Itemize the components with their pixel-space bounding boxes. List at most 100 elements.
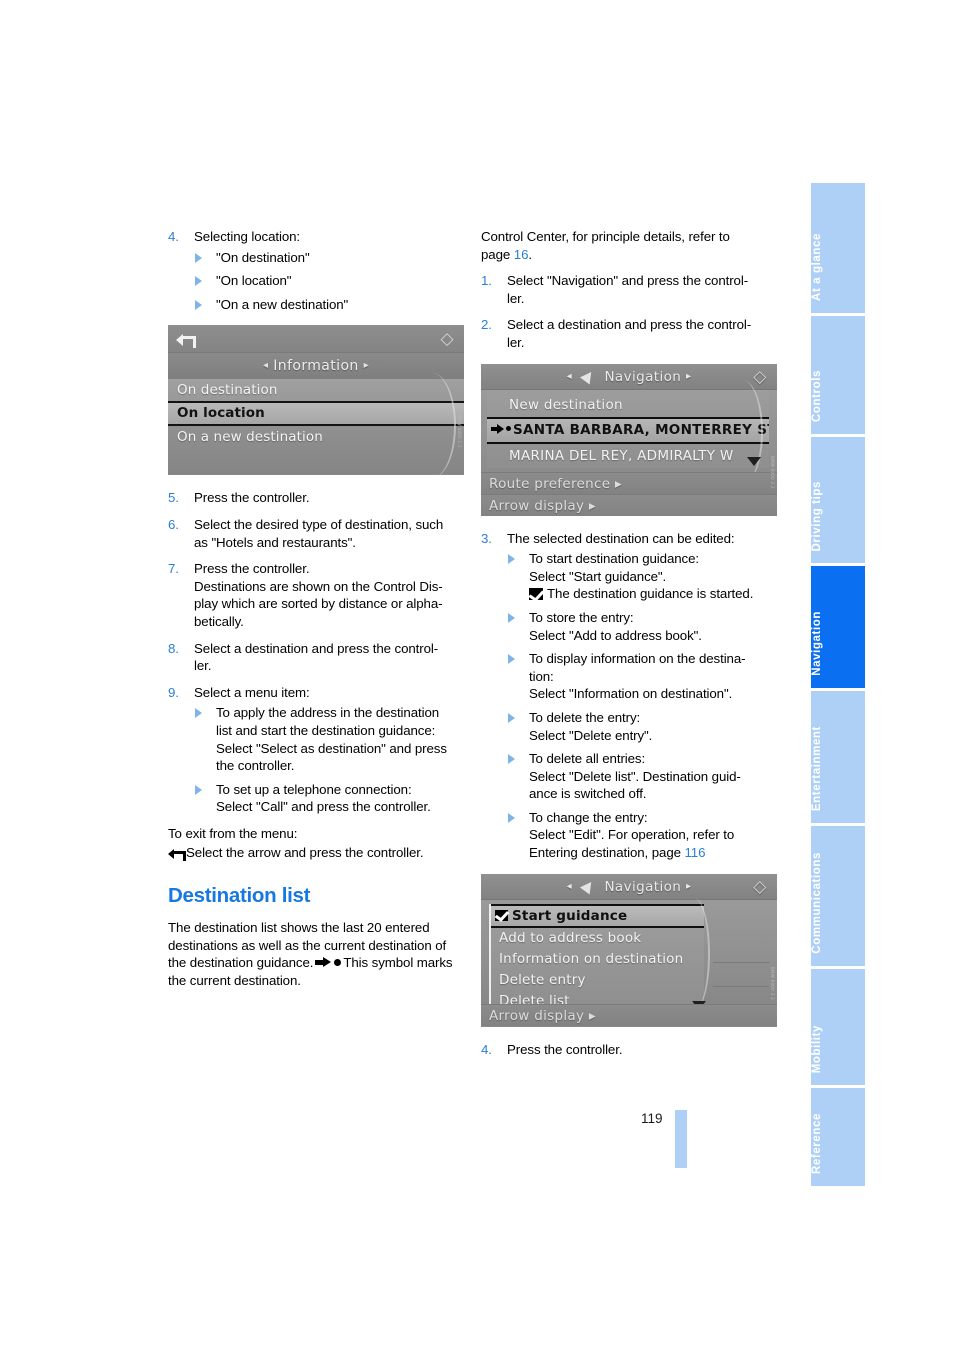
step-line: ler. <box>507 334 525 350</box>
list-item-label: SANTA BARBARA, MONTERREY ST <box>513 421 769 438</box>
list-item[interactable]: On a new destination <box>168 426 464 448</box>
step-number: 3. <box>481 530 492 546</box>
triangle-bullet-icon <box>195 276 202 287</box>
prev-arrow-icon[interactable]: ◂ <box>567 881 572 892</box>
menu-item-label: Start guidance <box>512 907 628 924</box>
screenshot-list: On destination On location On a new dest… <box>168 373 464 476</box>
bullet-list: To apply the address in the destination … <box>194 704 464 816</box>
screenshot-footer: Arrow display ▸ <box>481 1003 777 1026</box>
sidebar-item-label: Controls <box>811 369 823 422</box>
list-item[interactable]: New destination <box>487 393 769 417</box>
bullet-line: "On destination" <box>216 249 310 265</box>
step-item: 6. Select the desired type of destinatio… <box>168 516 464 551</box>
chevron-down-icon[interactable] <box>747 456 761 466</box>
step-text: Selecting location: <box>194 229 301 244</box>
step-text: Select a menu item: <box>194 684 310 700</box>
bullet-line: To apply the address in the destination <box>216 705 440 721</box>
sidebar-item-label: Communications <box>811 852 823 954</box>
step-item: 9. Select a menu item: To apply the addr… <box>168 684 464 816</box>
exit-menu-action: Select the arrow and press the controlle… <box>168 844 464 862</box>
page-number-accent-bar <box>675 1110 687 1168</box>
navigation-arrow-icon <box>581 370 596 383</box>
menu-item-delete-entry[interactable]: Delete entry <box>491 970 704 991</box>
menu-item-arrow-display[interactable]: Arrow display ▸ <box>481 493 777 516</box>
step-item: 2. Select a destination and press the co… <box>481 316 777 351</box>
bullet-item: To display information on the destina- t… <box>507 650 777 703</box>
background-row-divider <box>713 985 769 987</box>
bullet-line: To change the entry: <box>529 809 648 825</box>
list-item[interactable]: MARINA DEL REY, ADMIRALTY W <box>487 444 769 468</box>
list-item-selected[interactable]: On location <box>168 401 464 427</box>
triangle-bullet-icon <box>508 754 515 765</box>
back-arrow-icon <box>168 847 186 862</box>
menu-item-start-guidance[interactable]: Start guidance <box>491 903 704 928</box>
screenshot-title-bar: ◂ Navigation ▸ ◇ <box>481 873 777 900</box>
intro-line-1: Control Center, for principle details, r… <box>481 229 730 244</box>
step-line: ler. <box>507 290 525 306</box>
menu-item-information-on-destination[interactable]: Information on destination <box>491 949 704 970</box>
bullet-item: To start destination guidance: Select "S… <box>507 550 777 603</box>
bullet-list: To start destination guidance: Select "S… <box>507 550 777 862</box>
manual-page: 4. Selecting location: "On destination" … <box>0 0 954 1351</box>
left-column: 4. Selecting location: "On destination" … <box>168 228 464 998</box>
step-number: 9. <box>168 684 179 700</box>
list-item-selected[interactable]: SANTA BARBARA, MONTERREY ST <box>487 416 769 444</box>
sidebar-item-entertainment[interactable]: Entertainment <box>811 691 865 823</box>
intro-paragraph: Control Center, for principle details, r… <box>481 228 777 263</box>
bullet-line: To store the entry: <box>529 609 634 625</box>
sidebar-item-label: Driving tips <box>811 480 823 551</box>
sidebar-item-navigation[interactable]: Navigation <box>811 566 865 688</box>
bullet-line: Select "Delete entry". <box>529 727 653 743</box>
menu-item-add-to-address-book[interactable]: Add to address book <box>491 928 704 949</box>
check-line-text: The destination guidance is started. <box>547 586 754 602</box>
checkbox-checked-icon <box>529 588 543 601</box>
bullet-list: "On destination" "On location" "On a new… <box>194 249 464 314</box>
prev-arrow-icon[interactable]: ◂ <box>263 360 268 371</box>
triangle-bullet-icon <box>195 784 202 795</box>
step-text: The selected destination can be edited: <box>507 530 735 546</box>
step-item: 7. Press the controller. Destinations ar… <box>168 560 464 630</box>
step-item: 4. Selecting location: "On destination" … <box>168 228 464 313</box>
step-line: Destinations are shown on the Control Di… <box>194 578 443 594</box>
next-arrow-icon[interactable]: ▸ <box>686 881 691 892</box>
menu-item-route-preference[interactable]: Route preference ▸ <box>481 471 777 494</box>
screenshot-title: Navigation <box>604 368 682 385</box>
bullet-line: Select "Call" and press the controller. <box>216 799 431 815</box>
next-arrow-icon[interactable]: ▸ <box>686 371 691 382</box>
joystick-icon: ◇ <box>753 876 767 897</box>
bullet-line-check: The destination guidance is started. <box>529 585 777 603</box>
bullet-line: To delete all entries: <box>529 751 646 767</box>
menu-item-arrow-display[interactable]: Arrow display ▸ <box>481 1003 777 1026</box>
right-column: Control Center, for principle details, r… <box>481 228 777 1067</box>
prev-arrow-icon[interactable]: ◂ <box>567 371 572 382</box>
page-title: Destination list <box>168 884 311 908</box>
bullet-line: Select "Delete list". Destination guid- <box>529 768 741 784</box>
sidebar-item-driving-tips[interactable]: Driving tips <box>811 437 865 563</box>
next-arrow-icon[interactable]: ▸ <box>364 360 369 371</box>
bullet-line: To display information on the destina- <box>529 651 746 667</box>
page-number: 119 <box>641 1111 663 1126</box>
step-number: 4. <box>481 1041 492 1057</box>
page-reference-link[interactable]: 16 <box>514 247 529 262</box>
back-arrow-icon[interactable] <box>176 332 196 349</box>
step-line: Press the controller. <box>507 1041 623 1057</box>
sidebar-item-communications[interactable]: Communications <box>811 826 865 966</box>
triangle-bullet-icon <box>508 554 515 565</box>
page-reference-link[interactable]: 116 <box>685 845 706 860</box>
sidebar-item-mobility[interactable]: Mobility <box>811 969 865 1085</box>
bullet-line: Select "Add to address book". <box>529 627 702 643</box>
list-item[interactable]: On destination <box>168 379 464 401</box>
screenshot-title-bar: ◂ Information ▸ <box>168 353 464 380</box>
screenshot-title: Information <box>273 358 359 375</box>
edit-menu-popup: Start guidance Add to address book Infor… <box>489 897 710 1012</box>
step-item: 5. Press the controller. <box>168 489 464 507</box>
bullet-item: To set up a telephone connection: Select… <box>194 781 464 816</box>
bullet-line: ance is switched off. <box>529 786 647 802</box>
sidebar-item-controls[interactable]: Controls <box>811 316 865 434</box>
triangle-bullet-icon <box>508 812 515 823</box>
step-line: ler. <box>194 658 212 674</box>
bullet-line: Select "Information on destination". <box>529 686 733 702</box>
sidebar-item-at-a-glance[interactable]: At a glance <box>811 183 865 313</box>
sidebar-item-reference[interactable]: Reference <box>811 1088 865 1186</box>
current-destination-marker-icon <box>315 957 342 968</box>
